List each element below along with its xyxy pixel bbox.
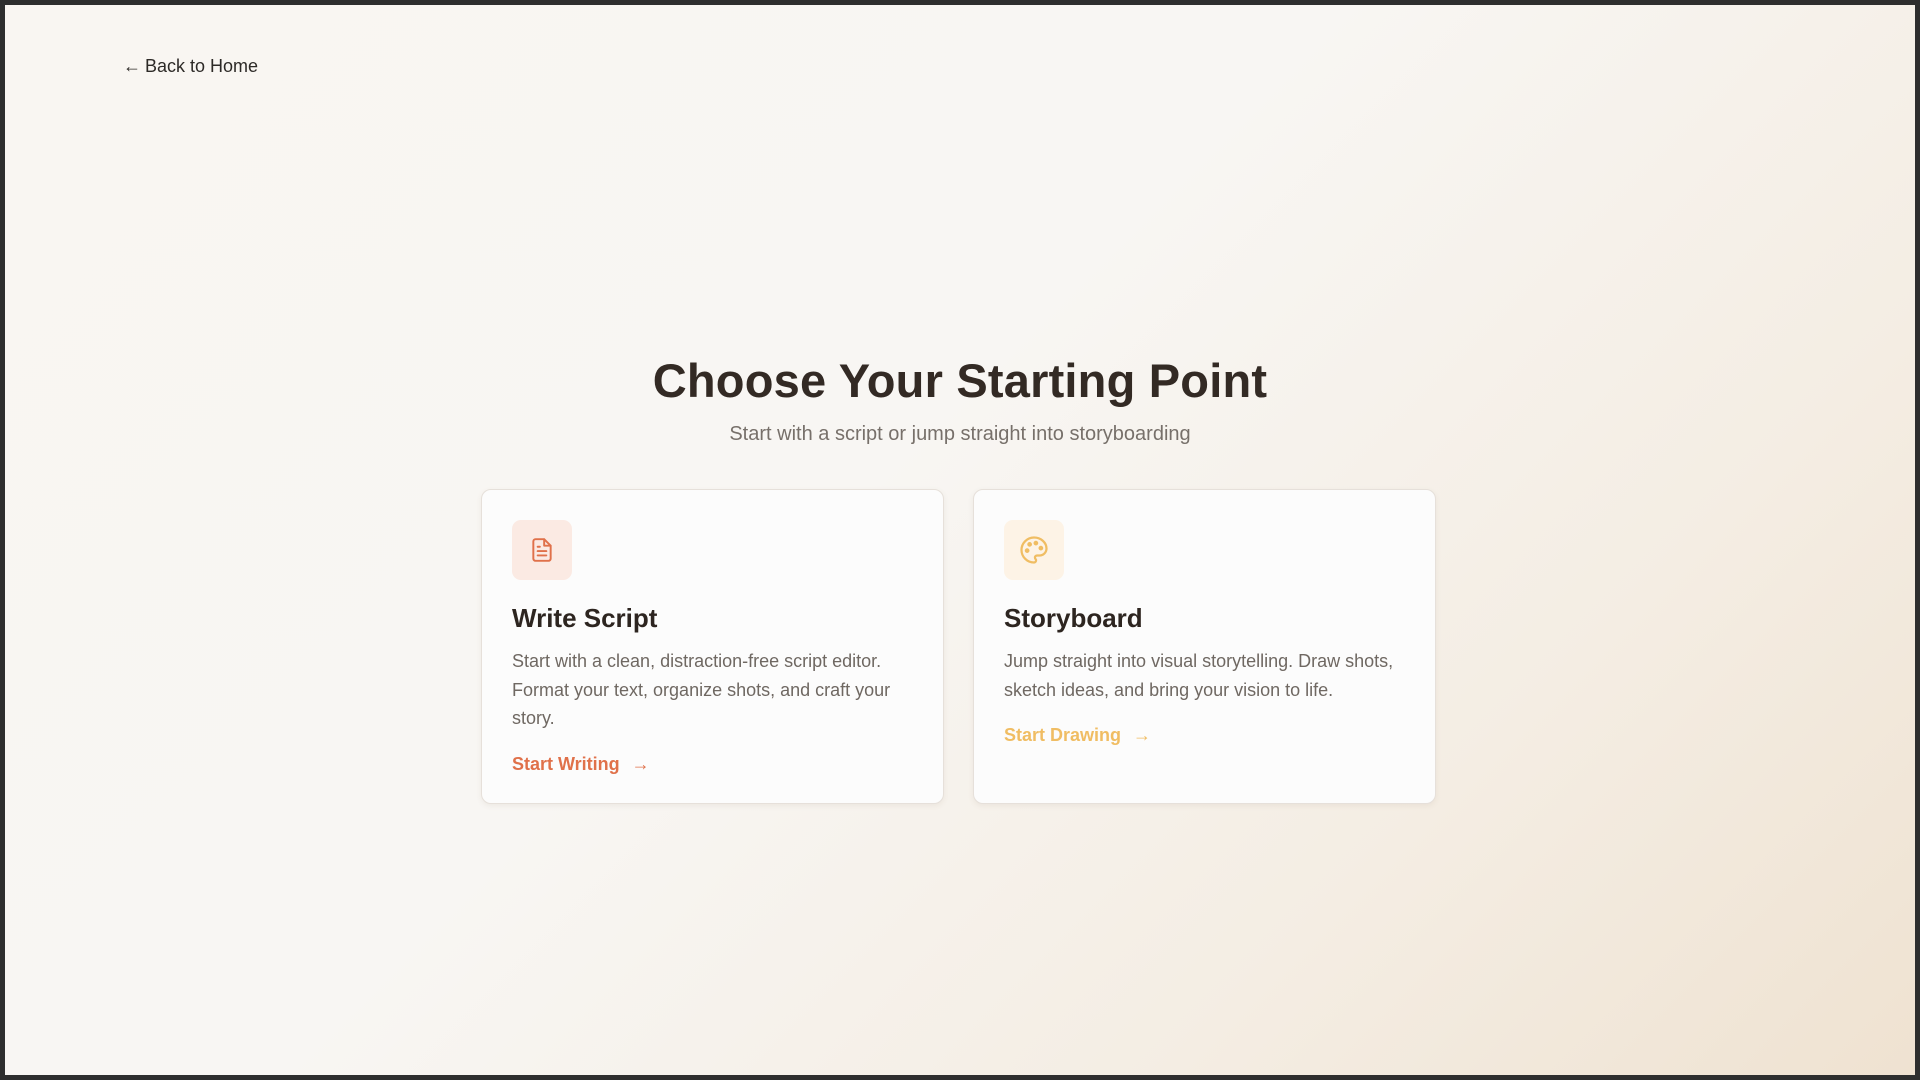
page-title: Choose Your Starting Point xyxy=(652,354,1268,407)
start-writing-label: Start Writing xyxy=(512,754,620,774)
page-subtitle: Start with a script or jump straight int… xyxy=(729,423,1191,445)
start-drawing-link[interactable]: Start Drawing → xyxy=(1004,725,1151,746)
back-link-label: Back to Home xyxy=(145,56,259,76)
start-drawing-label: Start Drawing xyxy=(1004,725,1122,745)
storyboard-title: Storyboard xyxy=(1004,603,1143,633)
arrow-right-icon: → xyxy=(1133,725,1152,745)
document-icon xyxy=(512,520,572,580)
back-arrow-icon: ← xyxy=(123,56,141,76)
back-to-home-link[interactable]: ← Back to Home xyxy=(123,56,258,77)
storyboard-description: Jump straight into visual storytelling. … xyxy=(1004,651,1394,700)
palette-icon xyxy=(1004,520,1064,580)
storyboard-card[interactable]: Storyboard Jump straight into visual sto… xyxy=(973,489,1436,804)
arrow-right-icon: → xyxy=(631,754,650,774)
app-window: ← Back to Home Choose Your Starting Poin… xyxy=(5,5,1915,1075)
start-writing-link[interactable]: Start Writing → xyxy=(512,754,650,775)
write-script-description: Start with a clean, distraction-free scr… xyxy=(512,651,891,728)
write-script-title: Write Script xyxy=(512,603,658,633)
write-script-card[interactable]: Write Script Start with a clean, distrac… xyxy=(481,489,944,804)
